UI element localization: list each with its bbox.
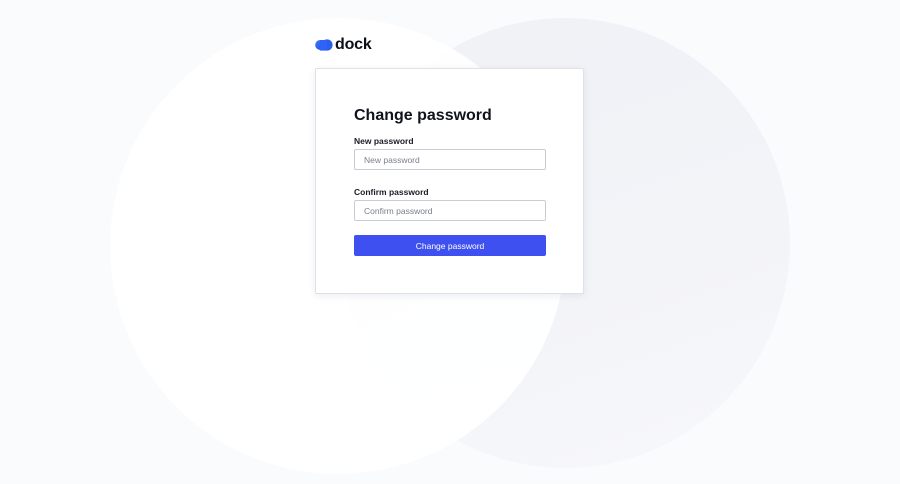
brand-name: dock <box>335 36 372 53</box>
confirm-password-label: Confirm password <box>354 187 429 197</box>
new-password-label: New password <box>354 136 414 146</box>
new-password-input[interactable] <box>354 149 546 170</box>
brand-logo: dock <box>315 36 372 54</box>
cloud-icon <box>315 39 333 51</box>
confirm-password-input[interactable] <box>354 200 546 221</box>
page-background: dock Change password New password Confir… <box>0 0 900 484</box>
page-title: Change password <box>354 107 492 124</box>
change-password-button[interactable]: Change password <box>354 235 546 256</box>
change-password-card: Change password New password Confirm pas… <box>315 68 584 294</box>
